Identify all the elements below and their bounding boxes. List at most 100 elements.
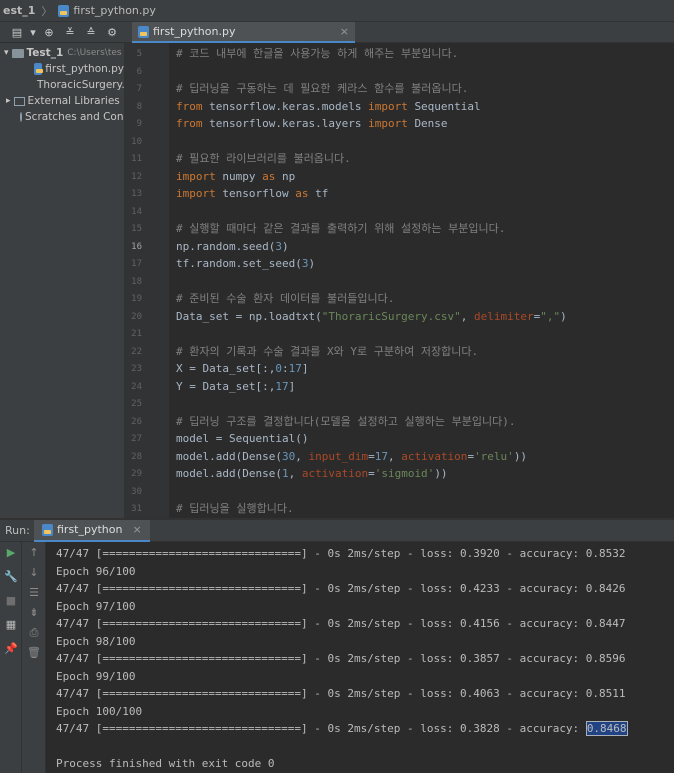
code-token: # 코드 내부에 한글을 사용가능 하게 해주는 부분입니다. bbox=[176, 47, 459, 60]
console-text: Epoch 98/100 bbox=[56, 634, 136, 648]
scratches-icon bbox=[20, 112, 22, 122]
console-line: Epoch 96/100 bbox=[56, 563, 135, 581]
run-icon[interactable]: ▶ bbox=[0, 546, 22, 559]
arrow-down-icon[interactable]: ↓ bbox=[22, 566, 46, 579]
code-line: import tensorflow as tf bbox=[176, 185, 328, 203]
code-line: # 코드 내부에 한글을 사용가능 하게 해주는 부분입니다. bbox=[176, 45, 458, 63]
line-number: 27 bbox=[131, 434, 142, 444]
project-toolbar: ▤ ▾ ⊕ ≚ ≙ ⚙ bbox=[0, 22, 125, 43]
code-token: # 딥러닝을 실행합니다. bbox=[176, 502, 294, 515]
code-token: import bbox=[176, 169, 223, 183]
line-number: 7 bbox=[136, 84, 142, 94]
code-token: # 필요한 라이브러리를 불러옵니다. bbox=[176, 152, 351, 165]
breadcrumb-project[interactable]: est_1 bbox=[0, 4, 38, 17]
code-token: model = Sequential() bbox=[176, 432, 309, 445]
console-line: Process finished with exit code 0 bbox=[56, 755, 275, 773]
code-token: import bbox=[176, 187, 223, 200]
code-token: Dense bbox=[414, 117, 448, 130]
line-number: 29 bbox=[131, 469, 142, 479]
code-token: )) bbox=[513, 449, 528, 463]
layout-icon[interactable]: ▦ bbox=[0, 618, 22, 631]
code-token: input_dim bbox=[308, 449, 369, 463]
tree-root[interactable]: ▾ Test_1 C:\Users\tes bbox=[0, 45, 124, 61]
code-token: tf.random.set_seed( bbox=[176, 257, 302, 270]
console-text: Epoch 99/100 bbox=[56, 669, 136, 683]
trash-icon[interactable]: 🗑 bbox=[22, 646, 46, 659]
layout-icon[interactable]: ▤ bbox=[8, 26, 26, 39]
code-line: np.random.seed(3) bbox=[176, 238, 289, 256]
python-file-icon bbox=[42, 523, 53, 536]
stop-icon[interactable]: ■ bbox=[0, 594, 22, 607]
wrench-icon[interactable]: 🔧 bbox=[0, 570, 22, 583]
breadcrumb-file[interactable]: first_python.py bbox=[55, 4, 158, 17]
close-icon[interactable]: × bbox=[340, 25, 349, 38]
code-token: delimiter bbox=[474, 309, 534, 323]
arrow-up-icon[interactable]: ↑ bbox=[22, 546, 46, 559]
line-number: 21 bbox=[131, 329, 142, 339]
close-icon[interactable]: × bbox=[132, 523, 141, 536]
code-token: np bbox=[281, 169, 296, 183]
line-number: 28 bbox=[131, 451, 142, 462]
code-token: ] bbox=[301, 362, 309, 375]
code-token: tensorflow.keras.models bbox=[209, 99, 369, 113]
console-line: 47/47 [==============================] -… bbox=[56, 720, 628, 738]
chevron-down-icon[interactable]: ▾ bbox=[29, 26, 37, 39]
line-number: 16 bbox=[131, 241, 142, 252]
console-text: 47/47 [==============================] -… bbox=[56, 652, 626, 665]
pin-icon[interactable]: 📌 bbox=[0, 642, 22, 655]
scroll-to-end-icon[interactable]: ⇟ bbox=[22, 606, 46, 619]
python-file-icon bbox=[58, 4, 70, 17]
console-line: 47/47 [==============================] -… bbox=[56, 685, 626, 703]
selected-text[interactable]: 0.8468 bbox=[585, 721, 628, 736]
line-number: 10 bbox=[131, 136, 142, 147]
code-editor[interactable]: # 코드 내부에 한글을 사용가능 하게 해주는 부분입니다. # 딥러닝을 구동… bbox=[169, 43, 674, 518]
tree-file-label: ThoracicSurgery.csv bbox=[37, 79, 124, 91]
target-icon[interactable]: ⊕ bbox=[40, 26, 58, 39]
code-token: from bbox=[176, 117, 210, 130]
code-line: model.add(Dense(1, activation='sigmoid')… bbox=[176, 465, 448, 483]
line-number: 9 bbox=[136, 119, 142, 129]
tree-file[interactable]: ThoracicSurgery.csv bbox=[0, 77, 124, 93]
tree-scratches[interactable]: Scratches and Conso bbox=[0, 109, 124, 125]
chevron-down-icon: ▾ bbox=[4, 48, 9, 58]
gear-icon[interactable]: ⚙ bbox=[103, 26, 121, 39]
code-line: # 필요한 라이브러리를 불러옵니다. bbox=[176, 150, 351, 168]
code-line: import numpy as np bbox=[176, 168, 295, 186]
print-icon[interactable]: ⎙ bbox=[22, 626, 46, 640]
line-number: 18 bbox=[131, 276, 142, 287]
code-token: as bbox=[295, 187, 316, 200]
tree-root-label: Test_1 bbox=[26, 47, 64, 59]
breadcrumb: est_1 〉 first_python.py bbox=[0, 0, 674, 22]
console-text: Epoch 97/100 bbox=[56, 599, 136, 613]
code-token: "ThoraricSurgery.csv" bbox=[321, 309, 461, 323]
code-token: tensorflow bbox=[222, 187, 296, 200]
line-number: 5 bbox=[136, 49, 142, 59]
console-text: Epoch 96/100 bbox=[56, 564, 136, 578]
tab-run-first-python[interactable]: first_python × bbox=[34, 519, 150, 542]
run-console[interactable]: 47/47 [==============================] -… bbox=[46, 542, 674, 773]
soft-wrap-icon[interactable]: ☰ bbox=[22, 586, 46, 599]
collapse-icon[interactable]: ≙ bbox=[82, 26, 100, 39]
code-token: 17 bbox=[275, 379, 289, 393]
code-line: model.add(Dense(30, input_dim=17, activa… bbox=[176, 448, 527, 466]
code-token: tf bbox=[315, 187, 329, 200]
python-file-icon bbox=[34, 63, 44, 75]
code-token: : bbox=[281, 362, 289, 375]
code-token: = bbox=[368, 449, 375, 463]
chevron-right-icon: ▸ bbox=[6, 96, 11, 106]
code-token: "," bbox=[540, 309, 561, 323]
line-number: 23 bbox=[131, 364, 142, 374]
expand-icon[interactable]: ≚ bbox=[61, 26, 79, 39]
code-line: Data_set = np.loadtxt("ThoraricSurgery.c… bbox=[176, 308, 567, 326]
tree-root-path: C:\Users\tes bbox=[67, 48, 122, 58]
code-token: ) bbox=[560, 309, 567, 323]
tab-first-python[interactable]: first_python.py × bbox=[132, 22, 355, 43]
tree-file[interactable]: first_python.py bbox=[0, 61, 124, 77]
console-text: 47/47 [==============================] -… bbox=[56, 617, 626, 630]
code-token: ] bbox=[288, 379, 296, 393]
run-toolbar-left: ▶ 🔧 ■ ▦ 📌 bbox=[0, 542, 22, 773]
code-token: 1 bbox=[281, 467, 289, 480]
tree-external-libraries[interactable]: ▸ External Libraries bbox=[0, 93, 124, 109]
code-token: import bbox=[368, 117, 415, 130]
console-text: Process finished with exit code 0 bbox=[56, 757, 275, 770]
